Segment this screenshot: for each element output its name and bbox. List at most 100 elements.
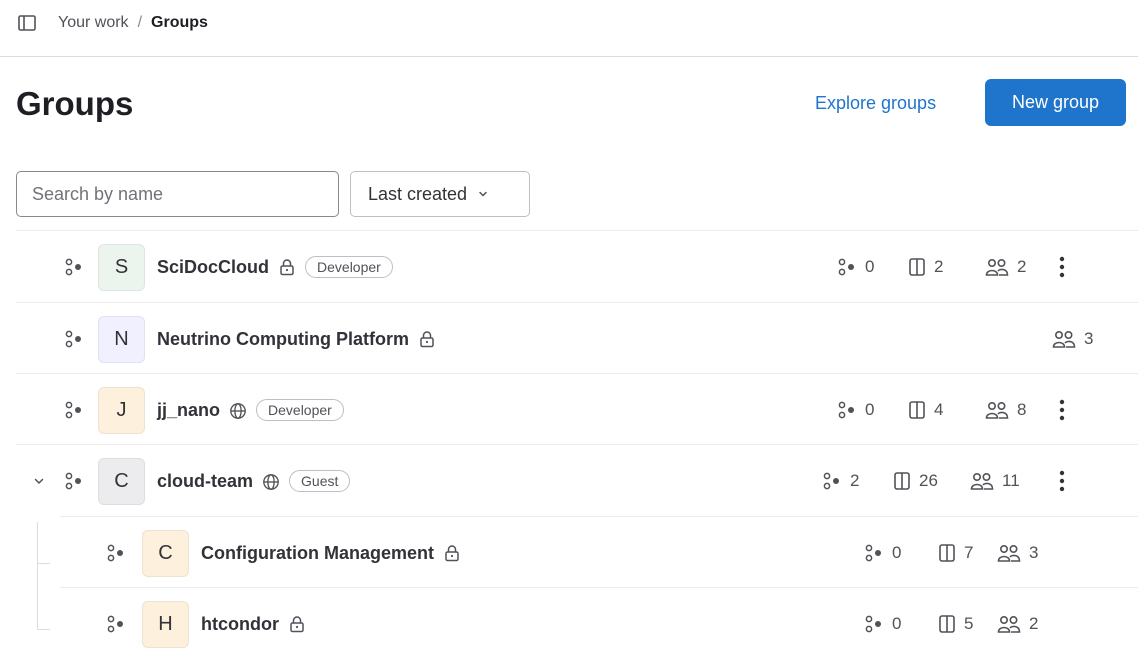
subgroups-count-value: 0: [865, 400, 875, 419]
subgroups-count-value: 0: [892, 614, 902, 633]
more-actions-icon[interactable]: [1053, 467, 1071, 495]
avatar-initial: C: [114, 470, 129, 492]
more-actions-icon[interactable]: [1053, 253, 1071, 281]
users-icon: [997, 614, 1021, 634]
group-name: jj_nano: [157, 400, 221, 420]
subgroups-count: 0: [837, 255, 874, 279]
search-input[interactable]: [16, 171, 339, 217]
group-row[interactable]: Hhtcondor 0 5 2: [60, 587, 1138, 656]
new-group-button[interactable]: New group: [985, 79, 1126, 126]
group-row[interactable]: C Configuration Management 0 7 3: [60, 516, 1138, 588]
members-count-value: 2: [1017, 257, 1027, 276]
group-name: Neutrino Computing Platform: [157, 329, 409, 349]
group-name: SciDocCloud: [157, 257, 270, 277]
group-row[interactable]: Jjj_nano Developer 0 4 8: [16, 373, 1138, 445]
subgroups-count: 0: [837, 398, 874, 422]
expand-chevron-icon[interactable]: [30, 471, 48, 491]
users-icon: [997, 543, 1021, 563]
lock-icon: [418, 330, 436, 348]
tree-connector-line: [37, 522, 38, 630]
top-bar: Your work / Groups: [0, 0, 1138, 57]
group-row[interactable]: N Neutrino Computing Platform 3: [16, 302, 1138, 374]
projects-count: 7: [938, 541, 973, 565]
avatar-initial: J: [116, 399, 127, 421]
subgroups-count-value: 2: [850, 471, 860, 490]
sort-dropdown[interactable]: Last created: [350, 171, 530, 217]
project-icon: [908, 257, 926, 277]
group-icon: [106, 614, 126, 634]
group-name-link[interactable]: cloud-team Guest: [157, 469, 351, 493]
group-row[interactable]: S SciDocCloud Developer 0 2 2: [16, 230, 1138, 302]
projects-count: 26: [893, 469, 938, 493]
group-name-link[interactable]: Configuration Management: [201, 541, 461, 565]
role-badge: Developer: [305, 256, 393, 278]
group-name-link[interactable]: htcondor: [201, 612, 306, 636]
members-count: 11: [970, 469, 1020, 493]
subgroup-icon: [837, 400, 857, 420]
avatar[interactable]: C: [98, 458, 145, 505]
lock-icon: [443, 544, 461, 562]
project-icon: [893, 471, 911, 491]
subgroups-count: 0: [864, 612, 901, 636]
group-name-link[interactable]: jj_nano Developer: [157, 398, 344, 422]
group-name: htcondor: [201, 614, 279, 634]
breadcrumb-separator: /: [137, 14, 143, 31]
projects-count-value: 5: [964, 614, 974, 633]
users-icon: [1052, 329, 1076, 349]
members-count: 3: [1052, 327, 1093, 351]
avatar[interactable]: J: [98, 387, 145, 434]
members-count-value: 2: [1029, 614, 1039, 633]
explore-groups-link[interactable]: Explore groups: [815, 91, 936, 115]
projects-count-value: 4: [934, 400, 944, 419]
more-actions-icon[interactable]: [1053, 396, 1071, 424]
globe-icon: [262, 472, 280, 490]
group-name: cloud-team: [157, 471, 254, 491]
role-badge: Developer: [256, 399, 344, 421]
projects-count: 2: [908, 255, 943, 279]
subgroups-count-value: 0: [892, 543, 902, 562]
role-badge: Guest: [289, 470, 351, 492]
project-icon: [938, 543, 956, 563]
avatar[interactable]: C: [142, 530, 189, 577]
group-row[interactable]: Ccloud-team Guest 2 26 11: [16, 444, 1138, 516]
lock-icon: [278, 258, 296, 276]
members-count: 8: [985, 398, 1026, 422]
sort-label: Last created: [368, 183, 468, 204]
avatar[interactable]: H: [142, 601, 189, 648]
subgroups-count: 2: [822, 469, 859, 493]
avatar-initial: C: [158, 542, 173, 564]
group-icon: [64, 471, 84, 491]
project-icon: [938, 614, 956, 634]
globe-icon: [229, 401, 247, 419]
users-icon: [985, 257, 1009, 277]
sidebar-toggle-icon[interactable]: [17, 13, 37, 33]
projects-count-value: 2: [934, 257, 944, 276]
users-icon: [970, 471, 994, 491]
avatar[interactable]: S: [98, 244, 145, 291]
members-count: 2: [985, 255, 1026, 279]
breadcrumb-current: Groups: [151, 14, 208, 31]
projects-count-value: 7: [964, 543, 974, 562]
group-name-link[interactable]: Neutrino Computing Platform: [157, 327, 436, 351]
subgroup-icon: [837, 257, 857, 277]
group-name-link[interactable]: SciDocCloud Developer: [157, 255, 393, 279]
subgroups-count-value: 0: [865, 257, 875, 276]
members-count-value: 8: [1017, 400, 1027, 419]
members-count-value: 11: [1002, 471, 1020, 490]
projects-count-value: 26: [919, 471, 938, 490]
members-count-value: 3: [1084, 329, 1094, 348]
tree-connector-branch: [37, 629, 50, 630]
group-icon: [64, 329, 84, 349]
breadcrumb: Your work / Groups: [58, 13, 208, 33]
subgroups-count: 0: [864, 541, 901, 565]
subgroup-icon: [864, 614, 884, 634]
subgroup-icon: [822, 471, 842, 491]
group-icon: [64, 400, 84, 420]
lock-icon: [288, 615, 306, 633]
users-icon: [985, 400, 1009, 420]
members-count-value: 3: [1029, 543, 1039, 562]
avatar[interactable]: N: [98, 316, 145, 363]
breadcrumb-your-work[interactable]: Your work: [58, 13, 129, 33]
avatar-initial: S: [114, 256, 129, 278]
tree-connector-branch: [37, 563, 50, 564]
